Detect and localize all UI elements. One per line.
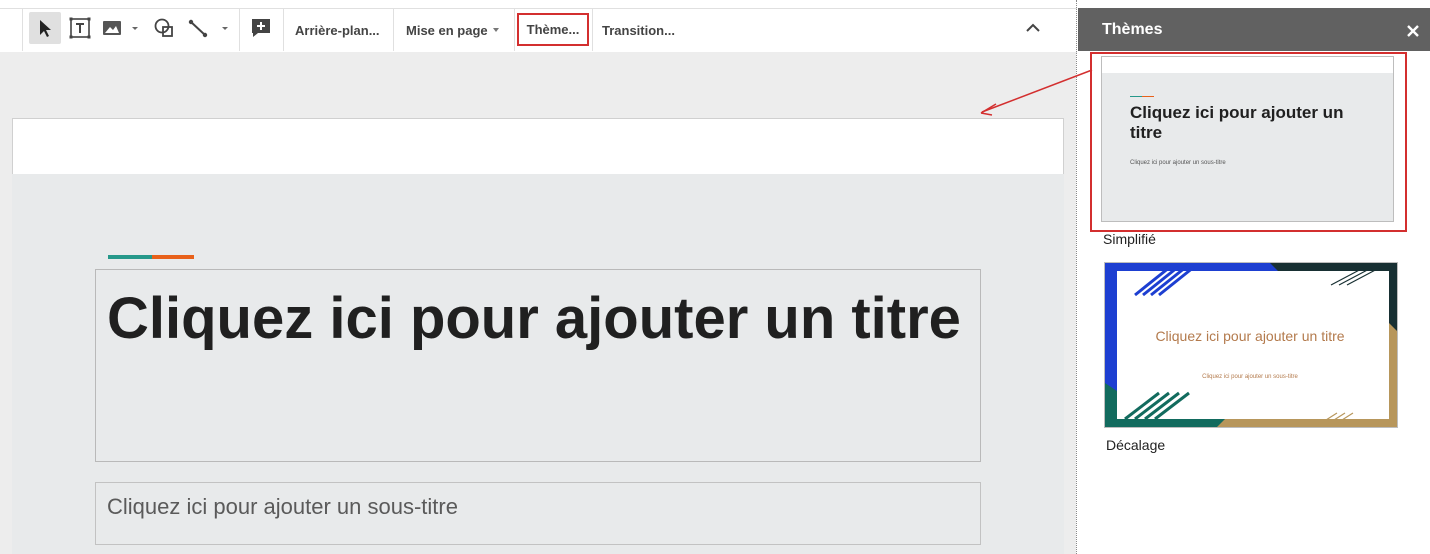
toolbar-separator — [514, 9, 515, 51]
slide-subtitle: Cliquez ici pour ajouter un sous-titre — [107, 494, 458, 519]
text-box-tool-button[interactable] — [65, 12, 95, 44]
theme-thumbnail-decalage[interactable] — [1104, 262, 1398, 428]
shape-icon — [154, 18, 173, 37]
image-icon — [103, 21, 138, 35]
transition-button[interactable]: Transition... — [602, 9, 675, 51]
image-tool-button[interactable] — [100, 12, 142, 44]
toolbar-separator — [22, 9, 23, 51]
toolbar-separator — [393, 9, 394, 51]
toolbar-separator — [239, 9, 240, 51]
close-panel-button[interactable] — [1404, 22, 1422, 40]
text-box-icon — [69, 17, 91, 39]
background-label: Arrière-plan... — [295, 22, 380, 38]
toolbar-separator — [283, 9, 284, 51]
theme-preview-title: Cliquez ici pour ajouter un titre — [1155, 328, 1345, 344]
cursor-icon — [40, 20, 51, 37]
layout-button[interactable]: Mise en page — [406, 9, 499, 51]
close-icon — [1407, 25, 1419, 37]
select-tool-button[interactable] — [29, 12, 61, 44]
line-icon — [188, 19, 228, 38]
decalage-preview-art — [1105, 263, 1397, 427]
transition-label: Transition... — [602, 22, 675, 38]
title-accent-bar — [152, 255, 194, 259]
toolbar-divider — [0, 8, 1077, 9]
theme-button[interactable]: Thème... — [517, 13, 589, 46]
annotation-arrow — [980, 69, 1093, 116]
toolbar-separator — [592, 9, 593, 51]
shape-tool-button[interactable] — [150, 12, 178, 44]
line-tool-button[interactable] — [186, 12, 232, 44]
chevron-up-icon — [1026, 23, 1040, 32]
theme-preview-subtitle: Cliquez ici pour ajouter un sous-titre — [1202, 374, 1298, 380]
selected-theme-highlight — [1090, 52, 1407, 232]
theme-label: Thème... — [526, 22, 580, 37]
background-button[interactable]: Arrière-plan... — [295, 9, 380, 51]
themes-panel-title: Thèmes — [1102, 21, 1163, 38]
theme-name: Décalage — [1106, 437, 1166, 453]
theme-name: Simplifié — [1103, 231, 1156, 247]
title-accent-bar — [108, 255, 152, 259]
collapse-toolbar-button[interactable] — [1020, 12, 1046, 44]
chevron-down-icon — [492, 28, 499, 32]
new-comment-button[interactable] — [247, 12, 275, 44]
slide-title: Cliquez ici pour ajouter un titre — [107, 286, 961, 351]
add-comment-icon — [252, 19, 270, 37]
layout-label: Mise en page — [406, 22, 488, 38]
